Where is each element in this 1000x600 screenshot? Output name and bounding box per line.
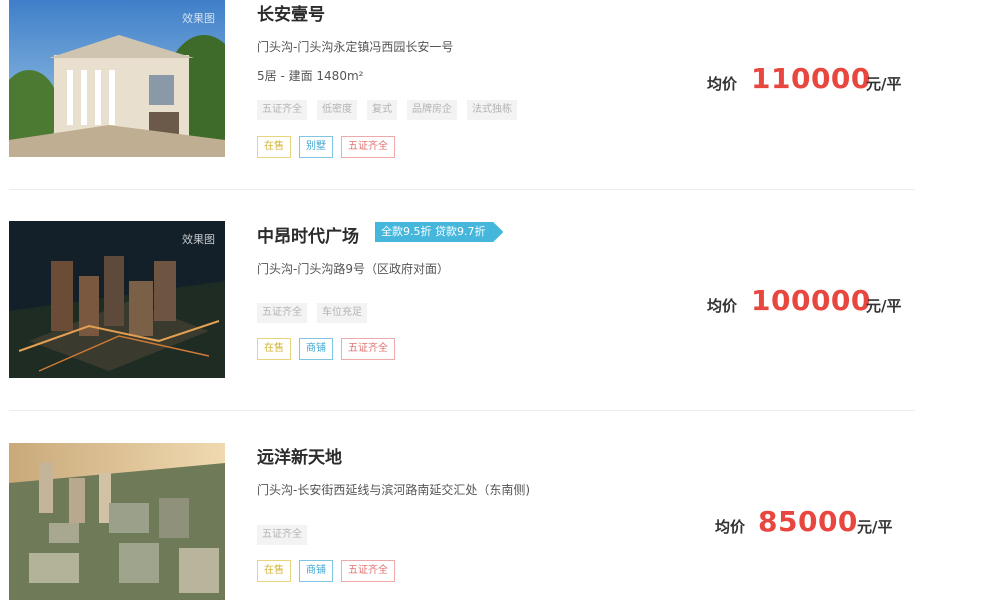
listing-title[interactable]: 长安壹号	[257, 0, 325, 25]
listing-address: 门头沟-长安街西延线与滨河路南延交汇处（东南侧)	[257, 483, 531, 497]
listing-address: 门头沟-门头沟路9号（区政府对面）	[257, 262, 449, 276]
price-value: 110000	[751, 62, 871, 95]
price-unit: 元/平	[866, 75, 902, 93]
status-tag-on-sale: 在售	[257, 136, 291, 158]
listing-card[interactable]: 效果图 长安壹号 门头沟-门头沟永定镇冯西园长安一号 5居 - 建面 1480m…	[0, 0, 1000, 190]
divider	[9, 189, 915, 190]
status-tag-type: 商铺	[299, 338, 333, 360]
price-unit: 元/平	[857, 518, 893, 536]
price-block: 均价 110000 元/平	[0, 62, 1000, 102]
status-tag-permits: 五证齐全	[341, 560, 395, 582]
price-label: 均价	[707, 75, 738, 93]
feature-tag: 品牌房企	[407, 100, 457, 120]
feature-tag: 低密度	[317, 100, 357, 120]
status-tag-permits: 五证齐全	[341, 136, 395, 158]
listing-card[interactable]: 效果图 中昂时代广场 全款9.5折 贷款9.7折 门头沟-门头沟路9号（区政府对…	[0, 211, 1000, 401]
status-tag-type: 别墅	[299, 136, 333, 158]
feature-tags: 五证齐全 低密度 复式 品牌房企 法式独栋	[257, 100, 517, 120]
price-block: 均价 85000 元/平	[0, 505, 1000, 545]
rendering-badge: 效果图	[182, 12, 215, 25]
price-value: 100000	[751, 284, 871, 317]
price-label: 均价	[707, 297, 738, 315]
feature-tag: 法式独栋	[467, 100, 517, 120]
status-tag-type: 商铺	[299, 560, 333, 582]
divider	[9, 410, 915, 411]
price-value: 85000	[758, 505, 858, 538]
status-tags: 在售 别墅 五证齐全	[257, 136, 395, 158]
feature-tag: 复式	[367, 100, 397, 120]
price-block: 均价 100000 元/平	[0, 284, 1000, 324]
status-tag-on-sale: 在售	[257, 338, 291, 360]
listing-title[interactable]: 中昂时代广场	[257, 222, 359, 247]
price-label: 均价	[715, 518, 746, 536]
listing-address: 门头沟-门头沟永定镇冯西园长安一号	[257, 40, 454, 54]
price-unit: 元/平	[866, 297, 902, 315]
rendering-badge: 效果图	[182, 233, 215, 246]
feature-tag: 五证齐全	[257, 100, 307, 120]
listing-title[interactable]: 远洋新天地	[257, 443, 342, 468]
listing-card[interactable]: 远洋新天地 门头沟-长安街西延线与滨河路南延交汇处（东南侧) 五证齐全 在售 商…	[0, 432, 1000, 600]
discount-badge: 全款9.5折 贷款9.7折	[375, 222, 504, 242]
status-tags: 在售 商铺 五证齐全	[257, 560, 395, 582]
status-tag-permits: 五证齐全	[341, 338, 395, 360]
status-tag-on-sale: 在售	[257, 560, 291, 582]
status-tags: 在售 商铺 五证齐全	[257, 338, 395, 360]
